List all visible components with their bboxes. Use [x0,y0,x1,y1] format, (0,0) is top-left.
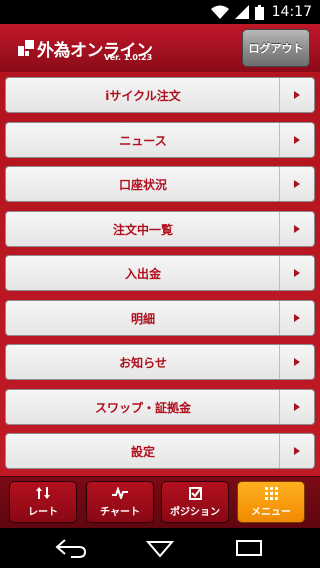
battery-icon [254,4,264,20]
chart-icon [112,486,128,500]
tab-chart[interactable]: チャート [86,481,154,523]
chevron-right-icon [279,212,314,246]
menu-item-label: スワップ・証拠金 [94,400,191,415]
wifi-icon [210,5,229,19]
menu-item-label: 明細 [130,311,155,326]
clock: 14:17 [271,4,312,20]
tab-label: レート [28,507,58,518]
recent-apps-icon[interactable] [234,538,264,562]
menu-item-label: 口座状況 [118,177,167,192]
chevron-right-icon [279,167,314,201]
menu-item-label: iサイクル注文 [105,88,181,103]
back-icon[interactable] [55,538,87,562]
menu-item-swap-margin[interactable]: スワップ・証拠金 [5,389,315,425]
chevron-right-icon [279,390,314,424]
menu-item-settings[interactable]: 設定 [5,433,315,469]
tab-label: ポジション [170,507,220,518]
position-check-icon [188,486,202,500]
menu-item-icycle-order[interactable]: iサイクル注文 [5,77,315,113]
menu-item-label: ニュース [119,133,167,148]
menu-item-notices[interactable]: お知らせ [5,344,315,380]
chevron-right-icon [279,256,314,290]
app-header: 外為オンライン Ver. 1.0.23 ログアウト [0,24,320,73]
logo-mark-icon [18,40,34,56]
menu-item-label: お知らせ [119,355,167,370]
tab-rate[interactable]: レート [9,481,77,523]
menu-item-deposit-withdrawal[interactable]: 入出金 [5,255,315,291]
menu-item-account-status[interactable]: 口座状況 [5,166,315,202]
menu-item-label: 注文中一覧 [112,222,173,237]
logout-button[interactable]: ログアウト [242,29,310,67]
system-nav-bar [0,528,320,568]
chevron-right-icon [279,123,314,157]
menu-item-label: 入出金 [124,266,161,281]
menu-grid-icon [264,486,278,500]
menu-item-open-orders[interactable]: 注文中一覧 [5,211,315,247]
tab-menu[interactable]: メニュー [237,481,305,523]
home-icon[interactable] [144,538,176,562]
chevron-right-icon [279,345,314,379]
chevron-right-icon [279,301,314,335]
tab-position[interactable]: ポジション [161,481,229,523]
tab-label: チャート [100,507,140,518]
chevron-right-icon [279,78,314,112]
signal-icon [234,5,249,19]
status-bar: 14:17 [0,0,320,24]
menu-list: iサイクル注文 ニュース 口座状況 注文中一覧 入出金 明細 お知らせ スワップ… [0,72,320,476]
tab-label: メニュー [251,507,291,518]
menu-item-statement[interactable]: 明細 [5,300,315,336]
bottom-tab-bar: レート チャート ポジション メニュー [0,476,320,529]
rate-arrows-icon [36,486,50,500]
chevron-right-icon [279,434,314,468]
app-version: Ver. 1.0.23 [104,53,153,62]
menu-item-news[interactable]: ニュース [5,122,315,158]
menu-item-label: 設定 [130,444,155,459]
